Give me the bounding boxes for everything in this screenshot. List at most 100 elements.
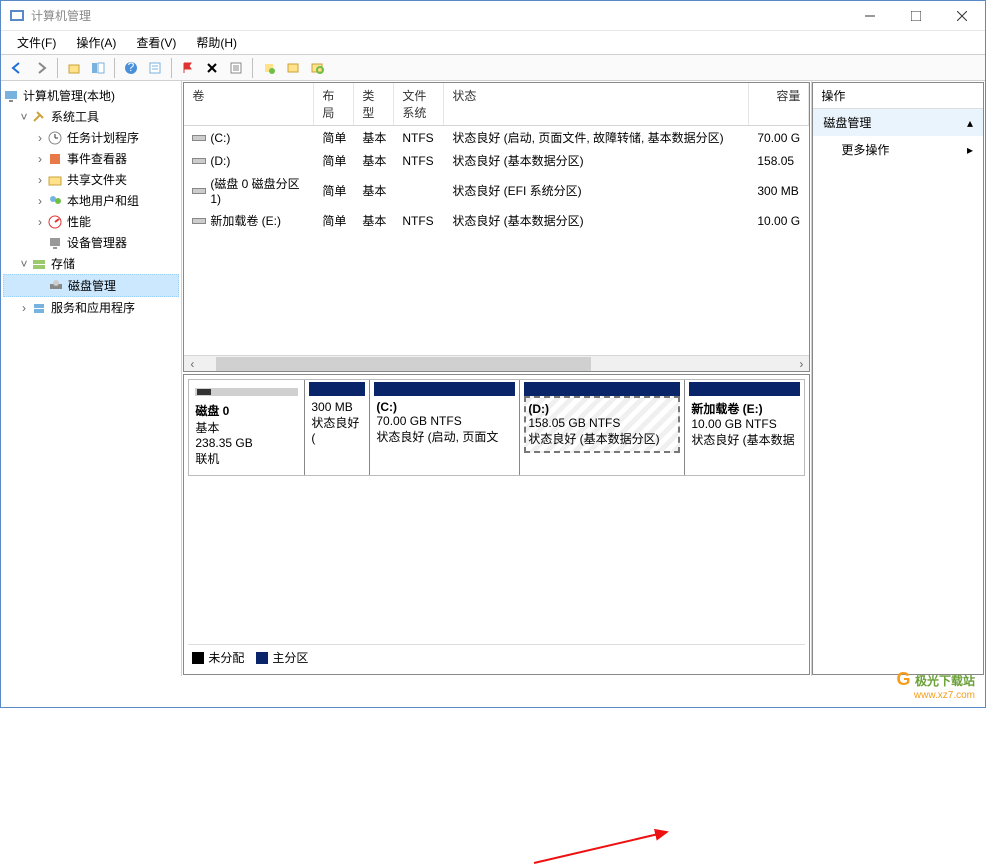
partition-body: 新加载卷 (E:) 10.00 GB NTFS 状态良好 (基本数据 [689, 396, 800, 452]
col-layout[interactable]: 布局 [314, 83, 354, 125]
menu-action[interactable]: 操作(A) [66, 31, 126, 54]
device-icon [47, 235, 63, 251]
cell-fs [394, 174, 444, 207]
tree-expand-icon[interactable]: › [33, 194, 47, 208]
cell-layout: 简单 [314, 211, 354, 230]
cell-status: 状态良好 (EFI 系统分区) [444, 174, 749, 207]
tree-device-manager[interactable]: 设备管理器 [3, 232, 179, 253]
forward-button[interactable] [30, 57, 52, 79]
disk-row[interactable]: 磁盘 0 基本 238.35 GB 联机 300 MB 状态良好 ( (C:) … [188, 379, 805, 476]
add-button[interactable] [258, 57, 280, 79]
tree-expand-icon[interactable]: › [33, 173, 47, 187]
tree-expand-icon[interactable]: › [33, 152, 47, 166]
actions-more[interactable]: 更多操作 ▸ [813, 136, 983, 163]
cell-capacity: 10.00 G [749, 211, 809, 230]
toolbar-divider [114, 58, 115, 78]
tree-services-apps[interactable]: › 服务和应用程序 [3, 297, 179, 318]
legend-label: 未分配 [208, 649, 244, 666]
watermark: G 极光下载站 www.xz7.com [897, 669, 975, 701]
tree-label: 磁盘管理 [68, 277, 116, 294]
minimize-button[interactable] [847, 1, 893, 31]
table-row[interactable]: 新加载卷 (E:) 简单 基本 NTFS 状态良好 (基本数据分区) 10.00… [184, 209, 809, 232]
watermark-name: 极光下载站 [915, 674, 975, 688]
help-button[interactable]: ? [120, 57, 142, 79]
tree-local-users[interactable]: › 本地用户和组 [3, 190, 179, 211]
flag-button[interactable] [177, 57, 199, 79]
tree-expand-icon[interactable]: › [33, 215, 47, 229]
col-status[interactable]: 状态 [444, 83, 749, 125]
chevron-right-icon: ▸ [967, 143, 973, 157]
tree-expand-icon[interactable]: › [17, 301, 31, 315]
scroll-thumb[interactable] [216, 357, 591, 371]
users-icon [47, 193, 63, 209]
show-hide-tree-button[interactable] [87, 57, 109, 79]
tree-task-scheduler[interactable]: › 任务计划程序 [3, 127, 179, 148]
tree-root[interactable]: 计算机管理(本地) [3, 85, 179, 106]
partition[interactable]: (D:) 158.05 GB NTFS 状态良好 (基本数据分区) [519, 380, 684, 475]
properties-button[interactable] [144, 57, 166, 79]
table-row[interactable]: (D:) 简单 基本 NTFS 状态良好 (基本数据分区) 158.05 [184, 149, 809, 172]
col-capacity[interactable]: 容量 [749, 83, 809, 125]
legend-label: 主分区 [272, 649, 308, 666]
sync-button[interactable] [282, 57, 304, 79]
volumes-table: 卷 布局 类型 文件系统 状态 容量 (C:) 简单 基本 NTFS 状态良好 … [183, 82, 810, 372]
cell-fs: NTFS [394, 211, 444, 230]
performance-icon [47, 214, 63, 230]
tree-collapse-icon[interactable]: ˅ [17, 110, 31, 124]
horizontal-scrollbar[interactable]: ‹ › [184, 355, 809, 371]
actions-disk-management[interactable]: 磁盘管理 ▴ [813, 109, 983, 136]
partition-header [524, 382, 680, 396]
tools-icon [31, 109, 47, 125]
list-button[interactable] [225, 57, 247, 79]
refresh-button[interactable] [306, 57, 328, 79]
cell-volume: 新加载卷 (E:) [184, 211, 314, 230]
partition-header [689, 382, 800, 396]
partition[interactable]: (C:) 70.00 GB NTFS 状态良好 (启动, 页面文 [369, 380, 519, 475]
menu-view[interactable]: 查看(V) [126, 31, 186, 54]
cell-volume: (D:) [184, 151, 314, 170]
table-row[interactable]: (C:) 简单 基本 NTFS 状态良好 (启动, 页面文件, 故障转储, 基本… [184, 126, 809, 149]
cell-layout: 简单 [314, 128, 354, 147]
tree-label: 计算机管理(本地) [23, 87, 115, 104]
col-type[interactable]: 类型 [354, 83, 394, 125]
legend-primary: 主分区 [256, 649, 308, 666]
delete-button[interactable] [201, 57, 223, 79]
cell-capacity: 70.00 G [749, 128, 809, 147]
tree-label: 系统工具 [51, 108, 99, 125]
tree-performance[interactable]: › 性能 [3, 211, 179, 232]
table-row[interactable]: (磁盘 0 磁盘分区 1) 简单 基本 状态良好 (EFI 系统分区) 300 … [184, 172, 809, 209]
cell-type: 基本 [354, 151, 394, 170]
tree-storage[interactable]: ˅ 存储 [3, 253, 179, 274]
legend-unallocated: 未分配 [192, 649, 244, 666]
tree-event-viewer[interactable]: › 事件查看器 [3, 148, 179, 169]
cell-layout: 简单 [314, 174, 354, 207]
menu-file[interactable]: 文件(F) [7, 31, 66, 54]
tree-collapse-icon[interactable]: ˅ [17, 257, 31, 271]
cell-volume: (磁盘 0 磁盘分区 1) [184, 174, 314, 207]
partition[interactable]: 300 MB 状态良好 ( [304, 380, 369, 475]
tree-system-tools[interactable]: ˅ 系统工具 [3, 106, 179, 127]
tree-label: 性能 [67, 213, 91, 230]
back-button[interactable] [6, 57, 28, 79]
col-volume[interactable]: 卷 [184, 83, 314, 125]
partition[interactable]: 新加载卷 (E:) 10.00 GB NTFS 状态良好 (基本数据 [684, 380, 804, 475]
scroll-left-icon[interactable]: ‹ [184, 356, 200, 372]
close-button[interactable] [939, 1, 985, 31]
cell-status: 状态良好 (基本数据分区) [444, 151, 749, 170]
cell-capacity: 300 MB [749, 174, 809, 207]
cell-volume: (C:) [184, 128, 314, 147]
toolbar-divider [252, 58, 253, 78]
collapse-icon: ▴ [967, 116, 973, 130]
up-button[interactable] [63, 57, 85, 79]
menu-help[interactable]: 帮助(H) [186, 31, 247, 54]
col-filesystem[interactable]: 文件系统 [394, 83, 444, 125]
disk-icon [48, 278, 64, 294]
computer-icon [3, 88, 19, 104]
tree-shared-folders[interactable]: › 共享文件夹 [3, 169, 179, 190]
tree-label: 设备管理器 [67, 234, 127, 251]
scroll-right-icon[interactable]: › [793, 356, 809, 372]
maximize-button[interactable] [893, 1, 939, 31]
tree-expand-icon[interactable]: › [33, 131, 47, 145]
partition-body: (D:) 158.05 GB NTFS 状态良好 (基本数据分区) [524, 396, 680, 453]
tree-disk-management[interactable]: 磁盘管理 [3, 274, 179, 297]
